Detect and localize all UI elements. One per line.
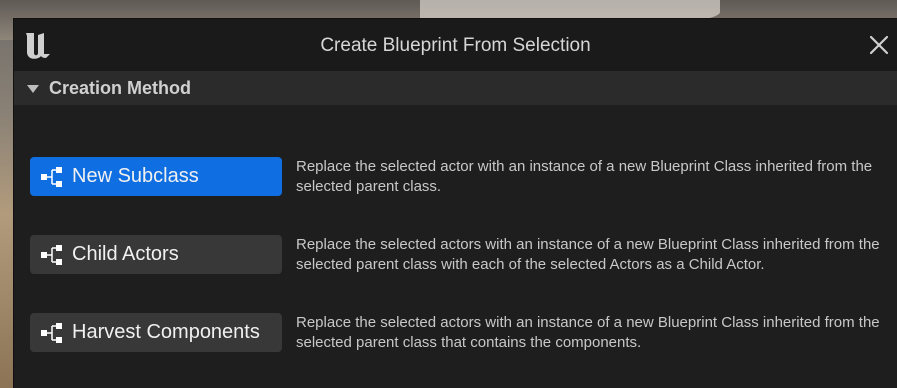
node-hierarchy-icon: [41, 166, 62, 187]
harvest-components-button[interactable]: Harvest Components: [30, 313, 282, 352]
options-panel: New Subclass Replace the selected actor …: [14, 105, 897, 388]
new-subclass-button[interactable]: New Subclass: [30, 157, 282, 196]
close-icon[interactable]: [867, 33, 891, 57]
new-subclass-label: New Subclass: [72, 165, 199, 187]
child-actors-button[interactable]: Child Actors: [30, 235, 282, 274]
section-label: Creation Method: [49, 78, 191, 98]
node-hierarchy-icon: [41, 322, 62, 343]
new-subclass-description: Replace the selected actor with an insta…: [296, 158, 873, 195]
section-creation-method[interactable]: Creation Method: [14, 71, 897, 105]
dialog-title: Create Blueprint From Selection: [320, 35, 591, 56]
harvest-components-description: Replace the selected actors with an inst…: [296, 314, 880, 351]
node-hierarchy-icon: [41, 244, 62, 265]
child-actors-description: Replace the selected actors with an inst…: [296, 236, 880, 273]
harvest-components-label: Harvest Components: [72, 321, 260, 343]
create-blueprint-dialog: Create Blueprint From Selection Creation…: [13, 18, 897, 388]
child-actors-label: Child Actors: [72, 243, 179, 265]
title-bar[interactable]: Create Blueprint From Selection: [14, 19, 897, 71]
chevron-down-icon: [27, 85, 39, 93]
